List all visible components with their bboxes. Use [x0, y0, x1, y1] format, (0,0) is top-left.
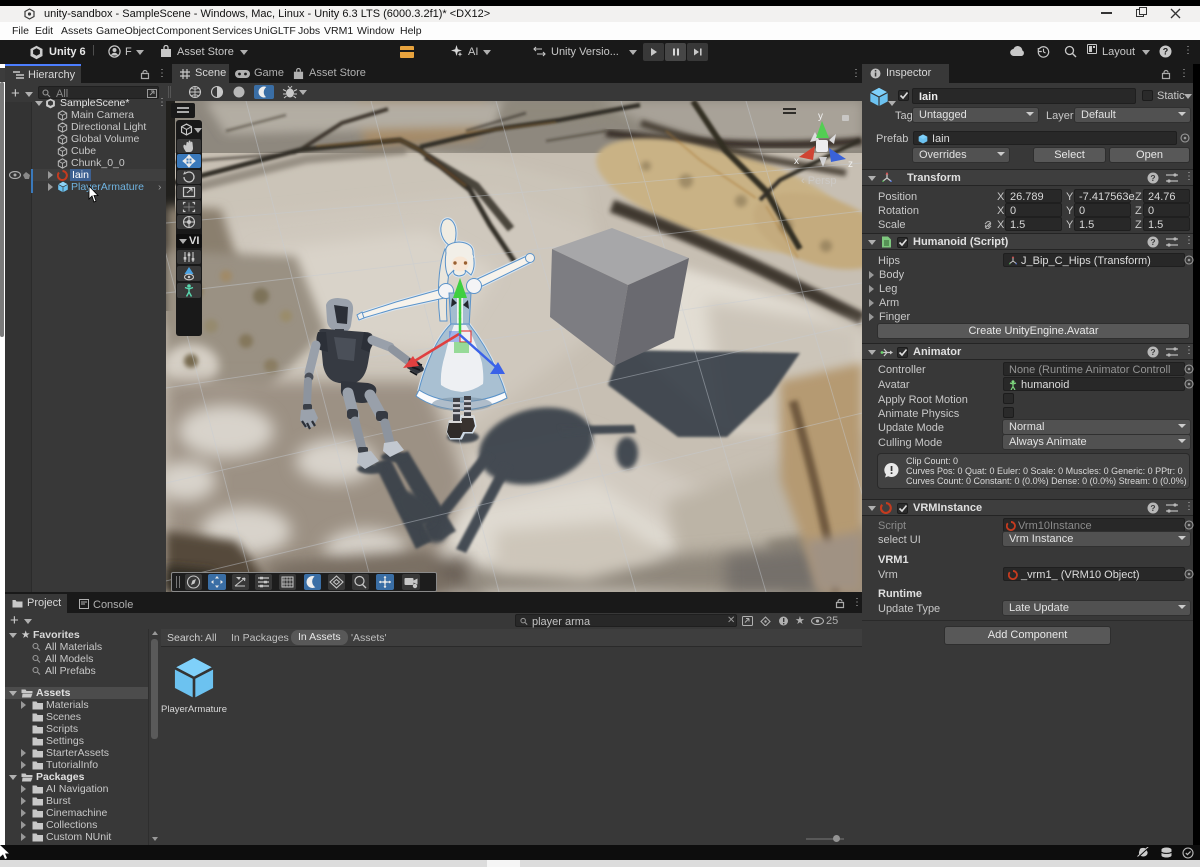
svg-text:?: ? [1163, 47, 1169, 57]
svg-text:?: ? [1150, 347, 1155, 357]
svg-text:?: ? [1150, 173, 1155, 183]
svg-text:y: y [818, 111, 823, 122]
svg-text:x: x [794, 156, 799, 167]
svg-text:?: ? [1150, 237, 1155, 247]
svg-text:‹ Persp: ‹ Persp [801, 175, 836, 187]
svg-text:?: ? [1150, 503, 1155, 513]
svg-text:z: z [848, 159, 853, 170]
